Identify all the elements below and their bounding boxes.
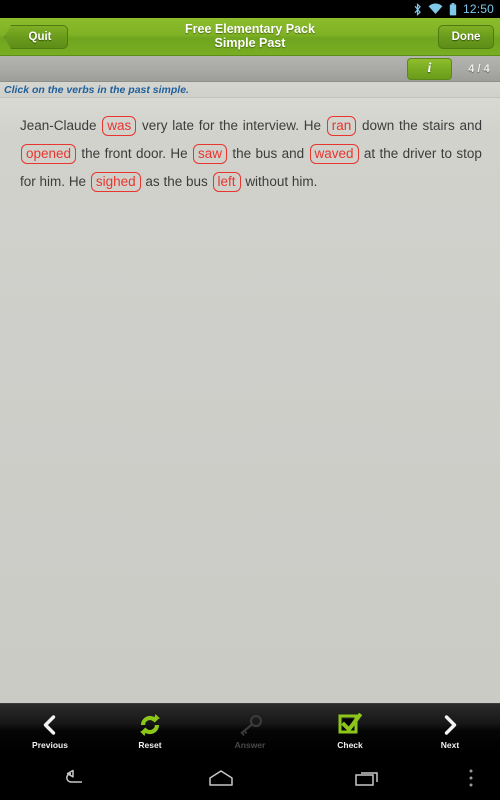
word-token: as (145, 174, 160, 189)
word-token: the (163, 174, 183, 189)
toolbar-button-label: Answer (234, 739, 266, 750)
verb-token[interactable]: saw (192, 144, 227, 164)
word-token: the (232, 146, 252, 161)
word-token: He (303, 118, 321, 133)
word-token: bus (185, 174, 208, 189)
bluetooth-icon (413, 2, 422, 16)
home-icon (209, 769, 233, 786)
nav-overflow-button[interactable] (442, 768, 500, 788)
word-token: interview. (242, 118, 300, 133)
exercise-counter: 4 / 4 (468, 62, 490, 75)
word-token: for (198, 118, 215, 133)
toolbar-button-label: Previous (32, 739, 68, 750)
word-token: stairs (422, 118, 455, 133)
status-time: 12:50 (462, 2, 494, 16)
nav-home-button[interactable] (147, 769, 294, 787)
verb-token[interactable]: left (212, 172, 241, 192)
pack-title-line2: Simple Past (214, 35, 286, 50)
chevron-left-icon (39, 712, 61, 738)
word-token: Jean-Claude (20, 118, 97, 133)
battery-icon (449, 2, 457, 16)
toolbar-button-reset[interactable]: Reset (100, 704, 200, 755)
toolbar-button-previous[interactable]: Previous (0, 704, 100, 755)
info-button[interactable]: i (407, 57, 452, 80)
word-token: the (81, 146, 101, 161)
pack-title-line1: Free Elementary Pack (185, 22, 315, 36)
toolbar-button-label: Next (440, 739, 460, 750)
word-token: without (245, 174, 289, 189)
word-token: to (440, 146, 453, 161)
pack-title: Free Elementary Pack Simple Past (185, 22, 315, 50)
toolbar-button-label: Check (337, 739, 363, 750)
recents-icon (355, 771, 379, 786)
done-button[interactable]: Done (438, 25, 494, 49)
word-token: He (170, 146, 188, 161)
word-token: bus (255, 146, 278, 161)
verb-token[interactable]: waved (309, 144, 359, 164)
back-icon (65, 769, 82, 783)
word-token: at (363, 146, 376, 161)
instruction-text: Click on the verbs in the past simple. (4, 83, 189, 96)
exercise-sentence: Jean-Claude was very late for the interv… (20, 112, 482, 196)
quit-button[interactable]: Quit (4, 25, 68, 49)
word-token: and (281, 146, 305, 161)
verb-token[interactable]: sighed (90, 172, 141, 192)
word-token: him. (291, 174, 318, 189)
word-token: the (379, 146, 399, 161)
wifi-icon (428, 3, 443, 15)
instruction-bar: Click on the verbs in the past simple. (0, 82, 500, 98)
toolbar-button-answer: Answer (200, 704, 300, 755)
word-token: for (20, 174, 36, 189)
nav-back-button[interactable] (0, 769, 147, 787)
overflow-menu-icon (469, 769, 473, 786)
word-token: stop (456, 146, 482, 161)
word-token: down (361, 118, 395, 133)
word-token: He (68, 174, 87, 189)
exercise-toolbar: Previous Reset Answer Check Next (0, 703, 500, 755)
word-token: and (459, 118, 482, 133)
chevron-right-icon (439, 712, 461, 738)
word-token: the (398, 118, 418, 133)
word-token: driver (402, 146, 437, 161)
verb-token[interactable]: was (102, 116, 137, 136)
refresh-icon (138, 712, 162, 738)
toolbar-button-label: Reset (138, 739, 162, 750)
verb-token[interactable]: opened (21, 144, 77, 164)
word-token: door. (135, 146, 166, 161)
exercise-sub-toolbar: i 4 / 4 (0, 56, 500, 82)
word-token: very (142, 118, 168, 133)
verb-token[interactable]: ran (326, 116, 357, 136)
exercise-content: Jean-Claude was very late for the interv… (0, 98, 500, 703)
android-nav-bar (0, 755, 500, 800)
checkbox-check-icon (338, 712, 362, 738)
nav-recents-button[interactable] (295, 769, 442, 787)
toolbar-button-check[interactable]: Check (300, 704, 400, 755)
word-token: him. (39, 174, 66, 189)
key-icon (237, 712, 263, 738)
app-root: 12:50 Free Elementary Pack Simple Past Q… (0, 0, 500, 800)
word-token: front (104, 146, 132, 161)
toolbar-button-next[interactable]: Next (400, 704, 500, 755)
app-title-bar: Free Elementary Pack Simple Past (0, 18, 500, 56)
word-token: late (172, 118, 195, 133)
word-token: the (219, 118, 239, 133)
android-status-bar: 12:50 (0, 0, 500, 18)
